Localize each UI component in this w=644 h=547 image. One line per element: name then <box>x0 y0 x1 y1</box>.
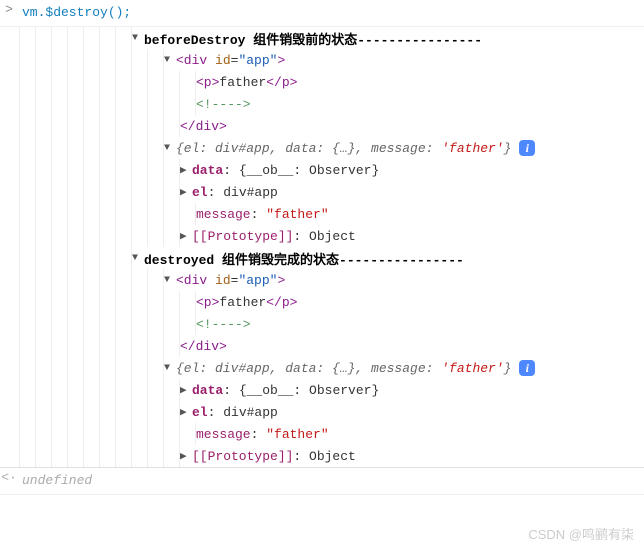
dom-comment[interactable]: <!----> <box>0 313 644 335</box>
dom-close-tag: </div> <box>180 339 227 354</box>
dom-p: <p>father</p> <box>196 295 297 310</box>
console-input-line[interactable]: > vm.$destroy(); <box>0 0 644 27</box>
dom-tag: <div id="app"> <box>176 53 285 68</box>
dom-comment-text: <!----> <box>196 97 251 112</box>
prop-prototype[interactable]: [[Prototype]]: Object <box>0 445 644 467</box>
dom-close[interactable]: </div> <box>0 115 644 137</box>
dom-node-p[interactable]: <p>father</p> <box>0 291 644 313</box>
prop: [[Prototype]]: Object <box>192 229 356 244</box>
prop: el: div#app <box>192 185 278 200</box>
object-summary-row[interactable]: {el: div#app, data: {…}, message: 'fathe… <box>0 357 644 379</box>
dom-tag: <div id="app"> <box>176 273 285 288</box>
group-title: destroyed 组件销毁完成的状态---------------- <box>144 249 464 268</box>
prop: data: {__ob__: Observer} <box>192 383 379 398</box>
chevron-down-icon[interactable] <box>164 363 176 374</box>
prop-data[interactable]: data: {__ob__: Observer} <box>0 159 644 181</box>
chevron-right-icon[interactable] <box>180 383 192 397</box>
return-icon: <· <box>0 470 18 485</box>
info-icon[interactable]: i <box>519 140 535 156</box>
console-return-line: <· undefined <box>0 467 644 495</box>
group-header-row[interactable]: beforeDestroy 组件销毁前的状态---------------- <box>0 27 644 49</box>
group-title: beforeDestroy 组件销毁前的状态---------------- <box>144 29 482 48</box>
chevron-right-icon[interactable] <box>180 163 192 177</box>
object-summary-row[interactable]: {el: div#app, data: {…}, message: 'fathe… <box>0 137 644 159</box>
dom-comment[interactable]: <!----> <box>0 93 644 115</box>
prop-prototype[interactable]: [[Prototype]]: Object <box>0 225 644 247</box>
return-value: undefined <box>18 470 92 492</box>
dom-p: <p>father</p> <box>196 75 297 90</box>
prop: data: {__ob__: Observer} <box>192 163 379 178</box>
chevron-down-icon[interactable] <box>164 275 176 286</box>
dom-comment-text: <!----> <box>196 317 251 332</box>
prop-el[interactable]: el: div#app <box>0 181 644 203</box>
info-icon[interactable]: i <box>519 360 535 376</box>
object-summary: {el: div#app, data: {…}, message: 'fathe… <box>176 141 511 156</box>
dom-node-div[interactable]: <div id="app"> <box>0 269 644 291</box>
console-group-beforeDestroy: beforeDestroy 组件销毁前的状态---------------- <… <box>0 27 644 247</box>
prop-message[interactable]: message: "father" <box>0 423 644 445</box>
prop-el[interactable]: el: div#app <box>0 401 644 423</box>
dom-node-div[interactable]: <div id="app"> <box>0 49 644 71</box>
console-group-destroyed: destroyed 组件销毁完成的状态---------------- <div… <box>0 247 644 467</box>
chevron-down-icon[interactable] <box>132 253 144 264</box>
dom-close-tag: </div> <box>180 119 227 134</box>
chevron-down-icon[interactable] <box>164 143 176 154</box>
prop-data[interactable]: data: {__ob__: Observer} <box>0 379 644 401</box>
chevron-right-icon[interactable] <box>180 229 192 243</box>
chevron-right-icon[interactable] <box>180 185 192 199</box>
prop: el: div#app <box>192 405 278 420</box>
object-summary: {el: div#app, data: {…}, message: 'fathe… <box>176 361 511 376</box>
chevron-right-icon[interactable] <box>180 449 192 463</box>
chevron-down-icon[interactable] <box>164 55 176 66</box>
prop: message: "father" <box>196 427 329 442</box>
dom-close[interactable]: </div> <box>0 335 644 357</box>
prop: [[Prototype]]: Object <box>192 449 356 464</box>
chevron-down-icon[interactable] <box>132 33 144 44</box>
chevron-right-icon[interactable] <box>180 405 192 419</box>
input-code: vm.$destroy(); <box>18 2 131 24</box>
group-header-row[interactable]: destroyed 组件销毁完成的状态---------------- <box>0 247 644 269</box>
watermark: CSDN @鸣鹂有柒 <box>528 524 634 543</box>
prompt-icon: > <box>0 2 18 17</box>
dom-node-p[interactable]: <p>father</p> <box>0 71 644 93</box>
prop: message: "father" <box>196 207 329 222</box>
prop-message[interactable]: message: "father" <box>0 203 644 225</box>
